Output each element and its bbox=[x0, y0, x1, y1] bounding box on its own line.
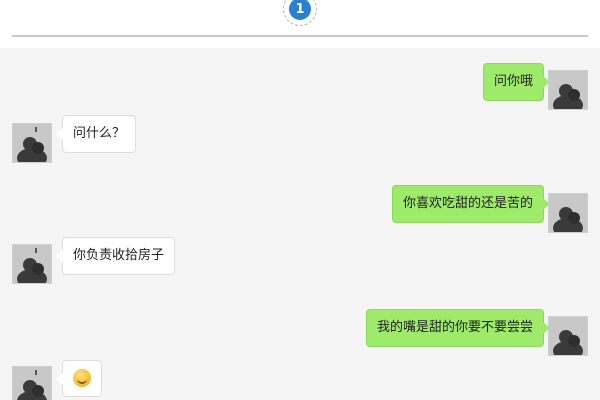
avatar-contact[interactable] bbox=[12, 123, 52, 163]
avatar-self[interactable] bbox=[548, 193, 588, 233]
chat-window: 1 问你哦 问什么？ 你喜欢吃甜的还是苦的 你负责收拾房子 我的嘴是甜的你要不要… bbox=[0, 0, 600, 400]
message-text: 你喜欢吃甜的还是苦的 bbox=[402, 196, 533, 211]
message-text: 你负责收拾房子 bbox=[73, 248, 165, 263]
chat-header: 1 bbox=[0, 0, 600, 48]
avatar-contact[interactable] bbox=[12, 244, 52, 284]
message-text: 问你哦 bbox=[493, 74, 533, 89]
header-divider bbox=[12, 35, 588, 37]
message-bubble-received[interactable]: 问什么？ bbox=[55, 115, 137, 153]
unread-badge-ring[interactable]: 1 bbox=[283, 0, 317, 26]
message-bubble-sent[interactable]: 我的嘴是甜的你要不要尝尝 bbox=[365, 309, 551, 347]
message-bubble-sent[interactable]: 你喜欢吃甜的还是苦的 bbox=[391, 185, 551, 223]
message-bubble-received[interactable]: 你负责收拾房子 bbox=[55, 237, 176, 275]
message-text: 问什么？ bbox=[73, 126, 126, 141]
avatar-contact[interactable] bbox=[12, 366, 52, 400]
message-text: 我的嘴是甜的你要不要尝尝 bbox=[376, 320, 533, 335]
message-bubble-received[interactable] bbox=[56, 360, 102, 397]
avatar-self[interactable] bbox=[548, 70, 588, 110]
laughing-face-emoji bbox=[73, 369, 91, 387]
unread-badge[interactable]: 1 bbox=[289, 0, 311, 20]
avatar-self[interactable] bbox=[548, 316, 588, 356]
message-bubble-sent[interactable]: 问你哦 bbox=[482, 63, 551, 101]
